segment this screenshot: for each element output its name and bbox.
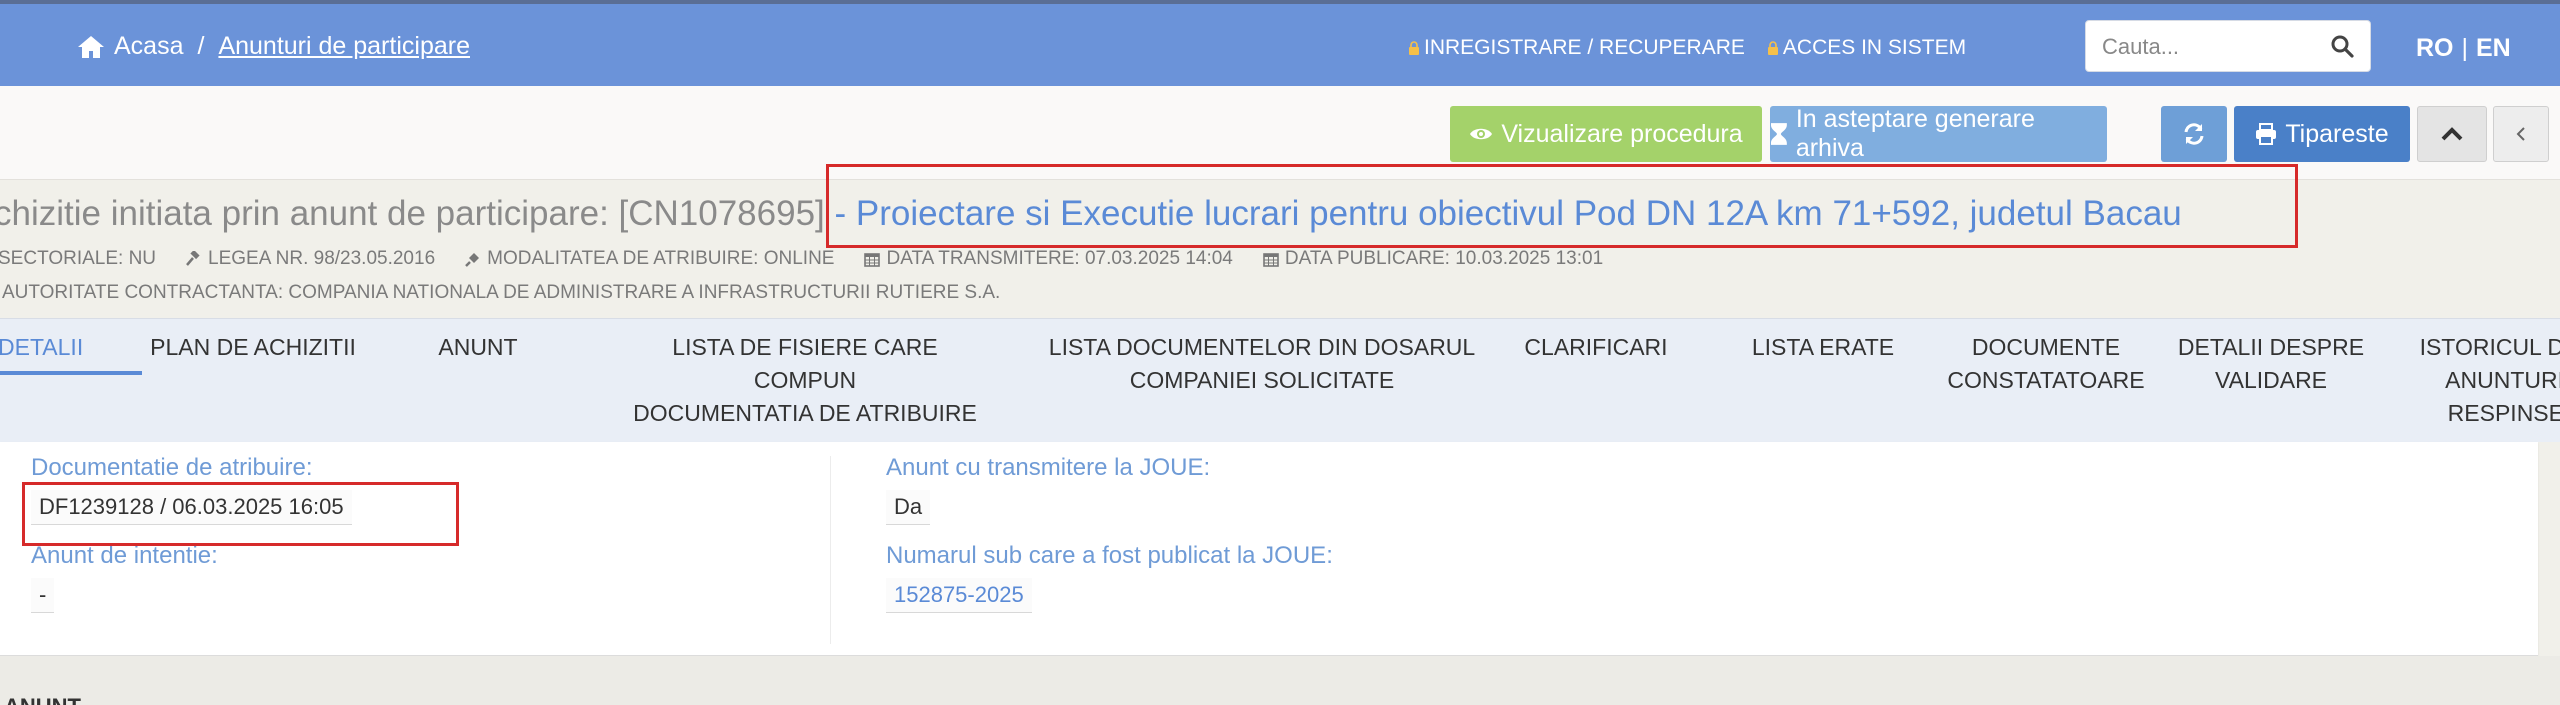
tab-documente-constatatoare[interactable]: DOCUMENTE CONSTATATOARE bbox=[1934, 331, 2158, 397]
tab-fisiere-documentatie[interactable]: LISTA DE FISIERE CARE COMPUN DOCUMENTATIA… bbox=[620, 331, 990, 430]
tab-anunt[interactable]: ANUNT bbox=[420, 331, 536, 364]
tab-label: COMPANIEI SOLICITATE bbox=[1129, 367, 1395, 393]
lang-separator: | bbox=[2461, 34, 2469, 62]
section-title: ANUNT bbox=[4, 694, 81, 705]
tab-label: ISTORICUL D bbox=[2419, 334, 2560, 360]
tab-istoric-anunturi[interactable]: ISTORICUL D ANUNTURI RESPINSE bbox=[2404, 331, 2560, 430]
tab-label: DOCUMENTE bbox=[1971, 334, 2121, 360]
meta-legea-label: LEGEA NR. 98/23.05.2016 bbox=[208, 248, 436, 269]
home-icon[interactable] bbox=[76, 34, 106, 60]
refresh-icon bbox=[2184, 123, 2204, 145]
meta-publicare: DATA PUBLICARE: 10.03.2025 13:01 bbox=[1263, 248, 1603, 270]
tab-label: PLAN DE ACHIZITII bbox=[150, 334, 356, 360]
meta-modalitatea-label: MODALITATEA DE ATRIBUIRE: ONLINE bbox=[487, 248, 835, 269]
tab-lista-erate[interactable]: LISTA ERATE bbox=[1740, 331, 1906, 364]
gavel-icon bbox=[186, 251, 200, 266]
language-switcher: RO | EN bbox=[2416, 34, 2511, 63]
calendar-icon bbox=[864, 253, 881, 267]
breadcrumb-current[interactable]: Anunturi de participare bbox=[218, 32, 470, 61]
hourglass-icon bbox=[1770, 123, 1787, 145]
procedure-meta: SECTORIALE: NU LEGEA NR. 98/23.05.2016 M… bbox=[0, 248, 1603, 270]
joue-number-link[interactable]: 152875-2025 bbox=[886, 578, 1032, 613]
tab-clarificari[interactable]: CLARIFICARI bbox=[1516, 331, 1676, 364]
print-label: Tipareste bbox=[2285, 119, 2389, 148]
top-navbar: Acasa / Anunturi de participare INREGIST… bbox=[0, 0, 2560, 86]
intent-value: - bbox=[31, 578, 55, 613]
print-button[interactable]: Tipareste bbox=[2234, 106, 2410, 162]
joue-label: Anunt cu transmitere la JOUE: bbox=[886, 454, 1211, 481]
breadcrumb-home[interactable]: Acasa bbox=[114, 32, 183, 61]
details-panel: Documentatie de atribuire: DF1239128 / 0… bbox=[0, 442, 2538, 656]
eye-icon bbox=[1470, 128, 1493, 140]
tab-label: DOCUMENTATIA DE ATRIBUIRE bbox=[633, 400, 977, 426]
tab-label: ANUNTURI bbox=[2445, 367, 2560, 393]
tab-label: LISTA ERATE bbox=[1751, 334, 1895, 360]
chevron-up-icon bbox=[2441, 127, 2463, 141]
tab-plan-achizitii[interactable]: PLAN DE ACHIZITII bbox=[146, 331, 360, 364]
title-prefix: chizitie initiata prin anunt de particip… bbox=[0, 194, 825, 233]
meta-publicare-label: DATA PUBLICARE: 10.03.2025 13:01 bbox=[1284, 248, 1604, 269]
auth-links: INREGISTRARE / RECUPERARE ACCES IN SISTE… bbox=[1408, 36, 1966, 60]
print-icon bbox=[2256, 123, 2277, 145]
register-link[interactable]: INREGISTRARE / RECUPERARE bbox=[1408, 36, 1745, 60]
tab-documente-dosar[interactable]: LISTA DOCUMENTELOR DIN DOSARUL COMPANIEI … bbox=[1042, 331, 1482, 397]
archive-pending-button[interactable]: In asteptare generare arhiva bbox=[1770, 105, 2107, 162]
tab-label: CLARIFICARI bbox=[1524, 334, 1668, 360]
anunt-section bbox=[0, 656, 2560, 705]
doc-label: Documentatie de atribuire: bbox=[31, 454, 313, 481]
search-icon[interactable] bbox=[2330, 34, 2354, 58]
search-input[interactable] bbox=[2102, 33, 2322, 61]
search-box bbox=[2085, 20, 2371, 72]
lang-ro[interactable]: RO bbox=[2416, 34, 2454, 62]
tab-label: ANUNT bbox=[438, 334, 518, 360]
scroll-up-button[interactable] bbox=[2417, 106, 2487, 162]
collapse-button[interactable] bbox=[2493, 106, 2549, 162]
tab-label: DETALII DESPRE bbox=[2177, 334, 2365, 360]
highlight-box-title bbox=[826, 164, 2298, 248]
calendar-icon bbox=[1263, 253, 1279, 267]
meta-transmitere: DATA TRANSMITERE: 07.03.2025 14:04 bbox=[864, 248, 1233, 270]
breadcrumb-separator: / bbox=[197, 32, 205, 60]
highlight-box-documentation bbox=[22, 482, 459, 546]
register-label: INREGISTRARE / RECUPERARE bbox=[1424, 36, 1745, 59]
breadcrumb: Acasa / Anunturi de participare bbox=[76, 32, 470, 61]
meta-legea: LEGEA NR. 98/23.05.2016 bbox=[186, 248, 435, 270]
tab-detalii[interactable]: DETALII bbox=[0, 331, 84, 364]
tab-label: DETALII bbox=[0, 334, 84, 360]
tab-label: RESPINSE bbox=[2447, 400, 2560, 426]
meta-sectoriale: SECTORIALE: NU bbox=[0, 248, 157, 269]
lock-icon bbox=[1409, 40, 1419, 55]
intent-label: Anunt de intentie: bbox=[31, 542, 218, 569]
contracting-authority: AUTORITATE CONTRACTANTA: COMPANIA NATION… bbox=[2, 282, 1001, 303]
lang-en[interactable]: EN bbox=[2476, 34, 2511, 62]
meta-transmitere-label: DATA TRANSMITERE: 07.03.2025 14:04 bbox=[886, 248, 1233, 269]
tab-label: LISTA DE FISIERE CARE COMPUN bbox=[672, 334, 938, 393]
lock-icon bbox=[1767, 40, 1778, 55]
active-tab-indicator bbox=[0, 371, 142, 375]
chevron-left-icon bbox=[2516, 127, 2525, 141]
archive-pending-label: In asteptare generare arhiva bbox=[1795, 105, 2035, 162]
tab-label: VALIDARE bbox=[2214, 367, 2328, 393]
column-divider bbox=[830, 456, 831, 644]
tab-detalii-validare[interactable]: DETALII DESPRE VALIDARE bbox=[2176, 331, 2366, 397]
joue-value: Da bbox=[886, 490, 931, 525]
view-procedure-button[interactable]: Vizualizare procedura bbox=[1450, 106, 1762, 162]
plug-icon bbox=[465, 253, 480, 267]
joue-number-label: Numarul sub care a fost publicat la JOUE… bbox=[886, 542, 1333, 569]
meta-modalitatea: MODALITATEA DE ATRIBUIRE: ONLINE bbox=[465, 248, 834, 270]
tab-label: LISTA DOCUMENTELOR DIN DOSARUL bbox=[1048, 334, 1476, 360]
view-procedure-label: Vizualizare procedura bbox=[1501, 119, 1743, 148]
tab-bar: DETALII PLAN DE ACHIZITII ANUNT LISTA DE… bbox=[0, 318, 2560, 442]
login-link[interactable]: ACCES IN SISTEM bbox=[1767, 36, 1966, 60]
login-label: ACCES IN SISTEM bbox=[1782, 36, 1967, 59]
refresh-button[interactable] bbox=[2161, 106, 2227, 162]
tab-label: CONSTATATOARE bbox=[1947, 367, 2145, 393]
